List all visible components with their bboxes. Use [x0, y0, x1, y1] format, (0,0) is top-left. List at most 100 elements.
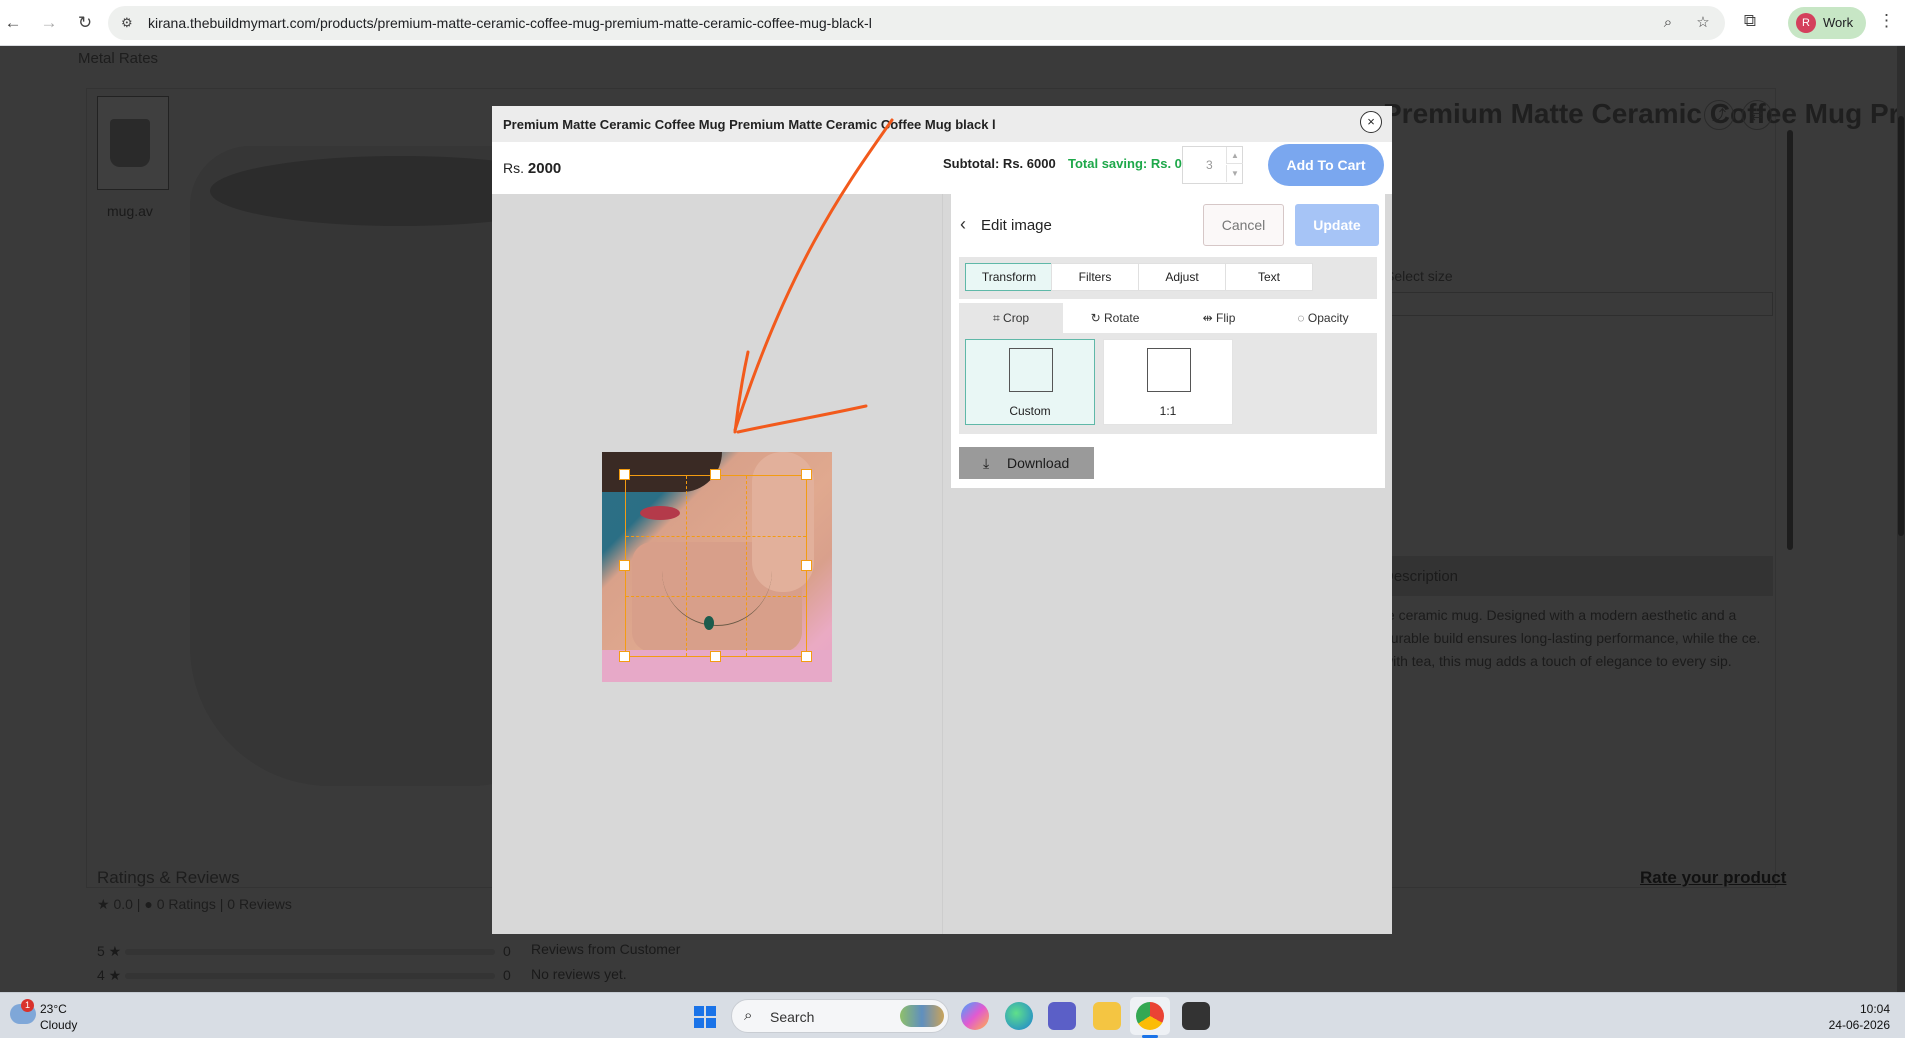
tab-transform[interactable]: Transform — [965, 263, 1053, 291]
rating-bar-label: 4 ★ — [97, 967, 122, 983]
windows-start-icon[interactable] — [694, 1006, 716, 1028]
close-icon[interactable]: × — [1360, 111, 1382, 133]
clock-date[interactable]: 24-06-2026 — [1820, 1018, 1890, 1032]
preset-square[interactable]: 1:1 — [1103, 339, 1233, 425]
site-info-icon[interactable]: ⚙ — [121, 14, 139, 32]
metal-rates-link[interactable]: Metal Rates — [78, 50, 158, 67]
crop-grid-line — [746, 476, 747, 656]
crop-handle-bottom-left[interactable] — [619, 651, 630, 662]
product-thumbnail[interactable] — [97, 96, 169, 190]
taskbar-search[interactable]: ⌕ Search — [731, 999, 949, 1033]
square-ratio-icon — [1147, 348, 1191, 392]
crop-handle-right[interactable] — [801, 560, 812, 571]
kebab-menu-icon[interactable]: ⋮ — [1878, 11, 1895, 31]
tab-flip[interactable]: ⇹ Flip — [1167, 303, 1271, 333]
zoom-icon[interactable]: ⌕ — [1659, 14, 1677, 32]
back-icon[interactable]: ← — [0, 10, 26, 36]
weather-badge: 1 — [21, 999, 34, 1012]
crop-box[interactable] — [625, 475, 807, 657]
preset-label: 1:1 — [1159, 404, 1177, 418]
rating-value: 0.0 — [113, 896, 133, 912]
rotate-icon: ↻ — [1090, 311, 1101, 325]
editor-header: ‹ Edit image Cancel Update — [951, 194, 1385, 254]
page-scroll-thumb[interactable] — [1898, 116, 1904, 536]
browser-toolbar: ← → ↻ ⚙ kirana.thebuildmymart.com/produc… — [0, 0, 1905, 46]
total-saving: Total saving: Rs. 0 — [1068, 156, 1182, 171]
quantity-stepper[interactable]: 3 ▲ ▼ — [1182, 146, 1243, 184]
verified-icon: ● — [144, 896, 153, 912]
mug-thumbnail-image — [110, 119, 150, 167]
crop-handle-top-left[interactable] — [619, 469, 630, 480]
description-heading: Description — [1383, 568, 1459, 585]
share-icon[interactable]: ⤴ — [1704, 100, 1734, 130]
rate-product-link[interactable]: Rate your product — [1640, 868, 1786, 888]
download-button[interactable]: ⤓ Download — [959, 447, 1094, 479]
bookmark-star-icon[interactable]: ☆ — [1694, 14, 1712, 32]
subtotal: Subtotal: Rs. 6000 — [943, 156, 1056, 171]
add-to-cart-button[interactable]: Add To Cart — [1268, 144, 1384, 186]
price-value: 2000 — [527, 160, 562, 177]
reload-icon[interactable]: ↻ — [72, 10, 98, 36]
download-label: Download — [1007, 455, 1070, 471]
broken-image-alt: mug.av — [107, 203, 153, 219]
crop-handle-bottom[interactable] — [710, 651, 721, 662]
image-edit-modal: Premium Matte Ceramic Coffee Mug Premium… — [492, 106, 1392, 934]
extensions-icon[interactable]: ⧉ — [1740, 11, 1760, 31]
url-text[interactable]: kirana.thebuildmymart.com/products/premi… — [148, 15, 872, 31]
quantity-value[interactable]: 3 — [1206, 158, 1213, 172]
cancel-button[interactable]: Cancel — [1203, 204, 1284, 246]
image-canvas[interactable] — [492, 194, 943, 934]
search-label: Search — [770, 1009, 815, 1025]
windows-taskbar: 1 23°C Cloudy ⌕ Search 10:04 24-06-2026 — [0, 992, 1905, 1038]
tab-filters[interactable]: Filters — [1051, 263, 1139, 291]
profile-button[interactable]: R Work — [1788, 7, 1866, 39]
tab-adjust[interactable]: Adjust — [1138, 263, 1226, 291]
clock-time[interactable]: 10:04 — [1830, 1002, 1890, 1016]
tab-crop[interactable]: ⌗ Crop — [959, 303, 1063, 333]
teams-icon[interactable] — [1048, 1002, 1076, 1030]
update-button[interactable]: Update — [1295, 204, 1379, 246]
tab-rotate[interactable]: ↻ Rotate — [1063, 303, 1167, 333]
editor-title: Edit image — [981, 217, 1052, 234]
address-bar[interactable]: ⚙ kirana.thebuildmymart.com/products/pre… — [108, 6, 1725, 40]
temperature[interactable]: 23°C — [40, 1002, 67, 1016]
chevron-left-icon[interactable]: ‹ — [960, 214, 966, 235]
chevron-up-icon[interactable]: ▲ — [1226, 147, 1243, 164]
copilot-icon[interactable] — [961, 1002, 989, 1030]
modal-title: Premium Matte Ceramic Coffee Mug Premium… — [503, 117, 996, 132]
crop-handle-top[interactable] — [710, 469, 721, 480]
preset-custom[interactable]: Custom — [965, 339, 1095, 425]
crop-handle-left[interactable] — [619, 560, 630, 571]
tab-opacity-label: Opacity — [1307, 311, 1349, 325]
rating-bar-row: 4 ★ 0 — [97, 967, 511, 984]
chevron-down-icon[interactable]: ▼ — [1226, 165, 1243, 182]
description-text: te ceramic mug. Designed with a modern a… — [1383, 607, 1761, 669]
crop-icon: ⌗ — [992, 311, 1000, 325]
download-icon: ⤓ — [983, 455, 990, 471]
file-explorer-icon[interactable] — [1093, 1002, 1121, 1030]
preset-label: Custom — [1009, 404, 1051, 418]
select-size-label: Select size — [1385, 268, 1453, 284]
crop-handle-bottom-right[interactable] — [801, 651, 812, 662]
search-icon: ⌕ — [744, 1007, 753, 1024]
edge-icon[interactable] — [1005, 1002, 1033, 1030]
app-icon[interactable] — [1182, 1002, 1210, 1030]
tab-rotate-label: Rotate — [1104, 311, 1140, 325]
forward-icon[interactable]: → — [36, 10, 62, 36]
product-title: Premium Matte Ceramic Coffee Mug Premium… — [1383, 98, 1905, 129]
inner-scrollbar[interactable] — [1787, 130, 1793, 550]
crop-grid-line — [626, 536, 806, 537]
chrome-icon[interactable] — [1136, 1002, 1164, 1030]
crop-handle-top-right[interactable] — [801, 469, 812, 480]
page-scrollbar[interactable] — [1897, 46, 1905, 992]
crop-presets: Custom 1:1 — [959, 333, 1377, 434]
weather-condition[interactable]: Cloudy — [40, 1018, 77, 1032]
tab-opacity[interactable]: ◌ Opacity — [1271, 303, 1375, 333]
tab-flip-label: Flip — [1216, 311, 1236, 325]
compare-icon[interactable]: ⇄ — [1742, 100, 1772, 130]
description-header[interactable]: Description — [1383, 556, 1773, 596]
tab-text[interactable]: Text — [1225, 263, 1313, 291]
size-dropdown[interactable] — [1383, 292, 1773, 316]
unit-price: Rs. 2000 — [503, 160, 561, 177]
rating-bar-row: 5 ★ 0 — [97, 943, 511, 960]
